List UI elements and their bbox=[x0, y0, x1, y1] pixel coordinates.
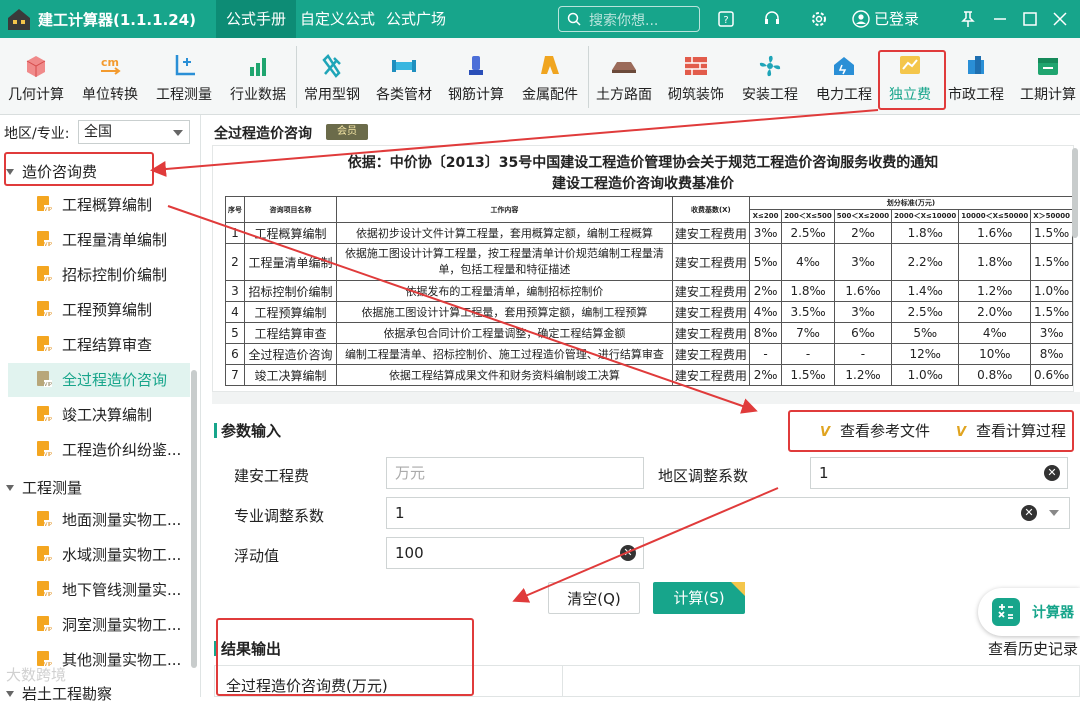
annotation-arrows bbox=[150, 109, 879, 603]
